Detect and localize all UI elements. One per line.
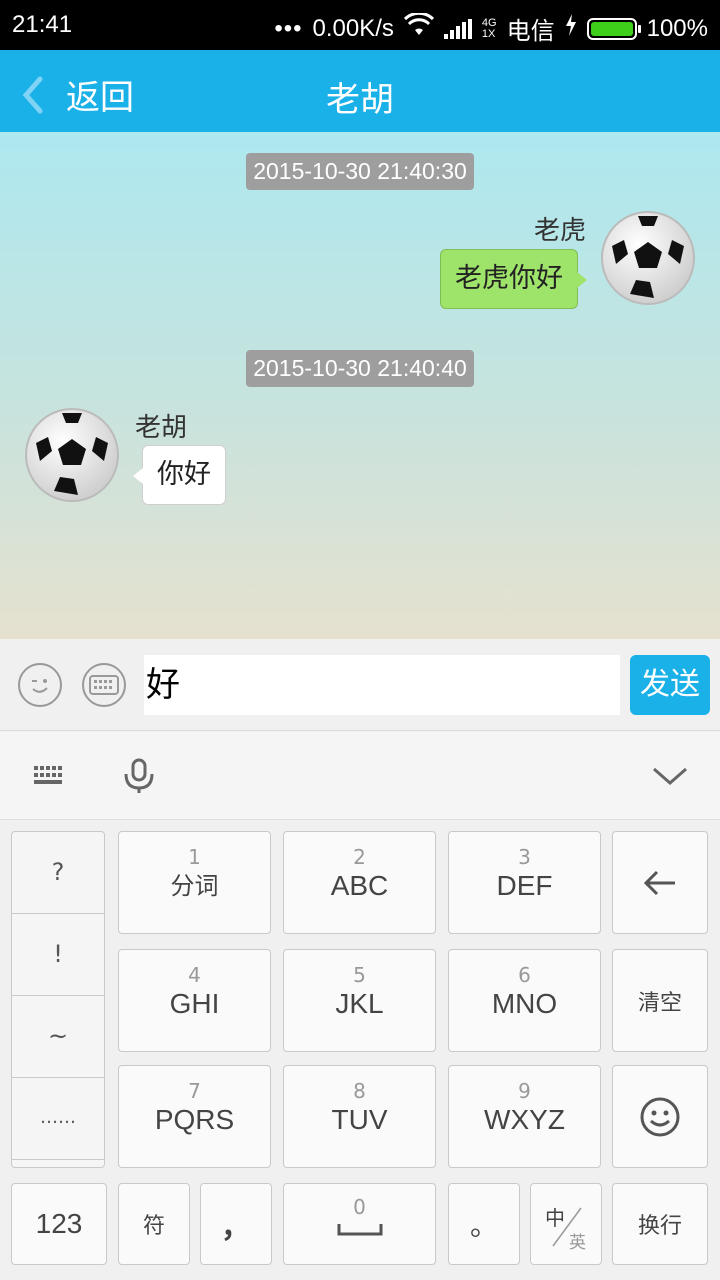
key-number: 3 (518, 845, 531, 869)
key-label: WXYZ (484, 1104, 565, 1135)
key-number: 6 (518, 963, 531, 987)
key-number: 8 (353, 1079, 366, 1103)
key-7[interactable]: 7 PQRS (118, 1065, 271, 1168)
battery-fill (590, 21, 633, 36)
sender-name: 老胡 (135, 413, 188, 443)
key-label: DEF (496, 870, 553, 901)
language-switch-key[interactable]: 中 英 (530, 1183, 602, 1265)
keyboard-toggle-button[interactable] (82, 663, 126, 707)
emoji-button[interactable] (18, 663, 62, 707)
network-speed: 0.00K/s (312, 14, 394, 42)
key-4[interactable]: 4 GHI (118, 949, 271, 1052)
key-number: 5 (353, 963, 366, 987)
key-9[interactable]: 9 WXYZ (448, 1065, 601, 1168)
message-bubble-sent[interactable]: 老虎你好 (440, 249, 587, 309)
key-label: 分词 (170, 872, 219, 900)
key-label: TUV (331, 1104, 388, 1135)
space-key[interactable]: 0 (283, 1183, 436, 1265)
smiley-icon (640, 1097, 680, 1136)
key-number: 9 (518, 1079, 531, 1103)
symbol-column[interactable]: ? ! ~ …… (11, 831, 105, 1168)
key-label: PQRS (154, 1104, 235, 1135)
symbol-key[interactable]: ? (12, 832, 104, 914)
backspace-key[interactable] (612, 831, 708, 934)
key-number: 7 (188, 1079, 201, 1103)
wifi-icon (403, 11, 434, 44)
keyboard-grid-icon (34, 766, 62, 784)
avatar-soccer-ball-icon[interactable] (24, 407, 120, 503)
key-label: GHI (169, 988, 220, 1019)
keyboard: ? ! ~ …… 1 分词 2 ABC 3 DEF 4 GHI 5 JKL 6 MNO 清空… (0, 821, 720, 1280)
chat-area[interactable]: 2015-10-30 21:40:30 老虎 老虎你好 2015-10-30 2… (0, 132, 720, 639)
symbols-key[interactable]: 符 (118, 1183, 190, 1265)
space-bar-icon (337, 1224, 382, 1236)
keyboard-icon (89, 675, 119, 695)
sender-name: 老虎 (533, 216, 586, 246)
clear-key[interactable]: 清空 (612, 949, 708, 1052)
newline-key[interactable]: 换行 (612, 1183, 708, 1265)
microphone-icon (124, 758, 154, 793)
key-5[interactable]: 5 JKL (283, 949, 436, 1052)
title-bar: 返回 老胡 (0, 50, 720, 132)
send-button[interactable]: 发送 (630, 655, 710, 715)
charging-icon (565, 14, 577, 43)
key-number: 4 (188, 963, 201, 987)
key-number: 2 (353, 845, 366, 869)
network-type: 4G 1X (481, 17, 497, 40)
symbol-key[interactable]: …… (12, 1078, 104, 1160)
voice-input-button[interactable] (122, 758, 156, 798)
message-timestamp: 2015-10-30 21:40:40 (246, 350, 474, 387)
key-number: 1 (188, 845, 201, 869)
message-input[interactable]: 好 (144, 655, 620, 715)
key-number: 0 (353, 1195, 366, 1219)
hide-keyboard-button[interactable] (652, 766, 688, 790)
key-6[interactable]: 6 MNO (448, 949, 601, 1052)
status-bar: 21:41 ••• 0.00K/s 4G 1X 电信 100% (0, 0, 720, 50)
notification-dots: ••• (274, 14, 303, 42)
chevron-down-icon (653, 767, 687, 785)
wink-face-icon (32, 679, 48, 693)
period-key[interactable]: 。 (448, 1183, 520, 1265)
battery-icon (586, 17, 641, 40)
avatar-soccer-ball-icon[interactable] (600, 210, 696, 306)
emoji-key[interactable] (612, 1065, 708, 1168)
message-timestamp: 2015-10-30 21:40:30 (246, 153, 474, 190)
lang-english-label: 英 (569, 1233, 586, 1253)
key-label: ABC (330, 870, 389, 901)
key-label: JKL (335, 988, 384, 1019)
battery-percent: 100% (646, 14, 708, 42)
network-type-bottom: 1X (481, 27, 496, 40)
keyboard-layout-button[interactable] (34, 764, 64, 790)
symbol-key[interactable]: ~ (12, 996, 104, 1078)
keyboard-toolbar (0, 732, 720, 820)
clock: 21:41 (12, 11, 73, 38)
comma-key[interactable]: ， (200, 1183, 272, 1265)
message-bubble-received[interactable]: 你好 (133, 445, 226, 505)
input-bar: 好 发送 (0, 639, 720, 731)
key-1[interactable]: 1 分词 (118, 831, 271, 934)
key-8[interactable]: 8 TUV (283, 1065, 436, 1168)
symbol-key[interactable]: ! (12, 914, 104, 996)
key-3[interactable]: 3 DEF (448, 831, 601, 934)
key-label: MNO (491, 988, 558, 1019)
slash-divider-icon (552, 1207, 582, 1247)
carrier-name: 电信 (506, 18, 555, 45)
backspace-arrow-icon (643, 870, 675, 895)
page-title: 老胡 (326, 80, 394, 120)
key-2[interactable]: 2 ABC (283, 831, 436, 934)
signal-icon (443, 18, 472, 39)
numbers-key[interactable]: 123 (11, 1183, 107, 1265)
